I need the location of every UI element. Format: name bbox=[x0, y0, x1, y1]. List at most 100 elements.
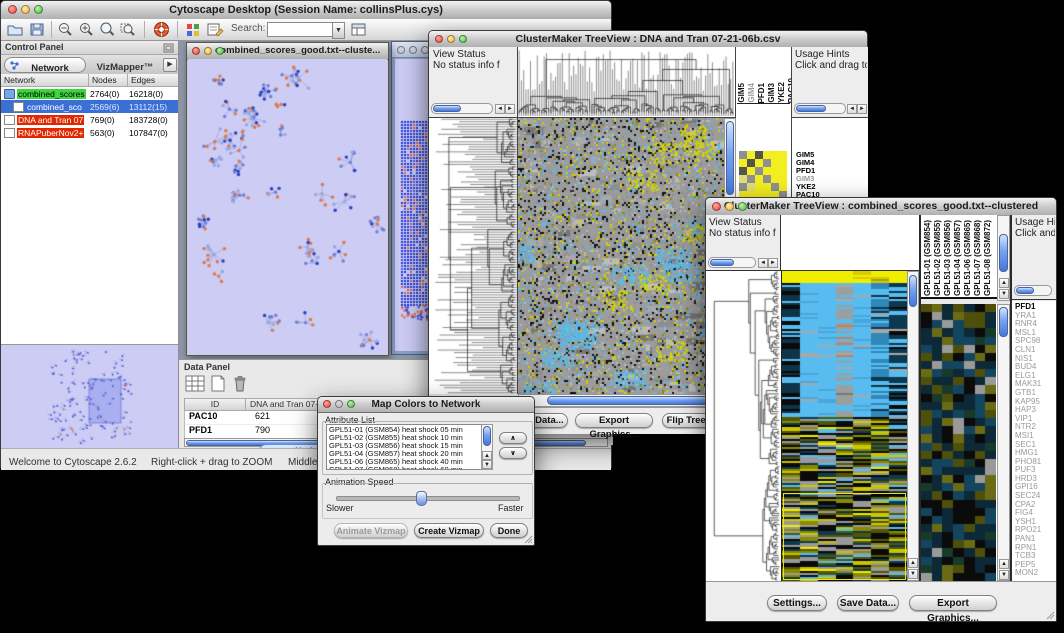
network-table-row[interactable]: DNA and Tran 07769(0)183728(0) bbox=[1, 113, 178, 126]
tab-vizmapper[interactable]: VizMapper™ bbox=[89, 57, 161, 71]
matrix-cell[interactable] bbox=[771, 175, 779, 183]
close-icon[interactable] bbox=[435, 35, 443, 43]
zoom-out-icon[interactable] bbox=[57, 22, 73, 37]
tv2-row-dendrogram[interactable] bbox=[706, 271, 781, 581]
column-label[interactable]: GPL51-01 (GSM854) bbox=[923, 216, 932, 296]
close-icon[interactable] bbox=[397, 46, 405, 54]
resize-grip[interactable] bbox=[1045, 610, 1055, 620]
column-label[interactable]: GPL51-03 (GSM856) bbox=[943, 216, 952, 296]
attribute-list-scrollbar[interactable]: ▲ ▼ bbox=[481, 424, 493, 470]
close-icon[interactable] bbox=[323, 400, 331, 408]
scroll-right-icon[interactable]: ► bbox=[857, 104, 867, 114]
scroll-right-icon[interactable]: ► bbox=[768, 258, 778, 268]
dialog-titlebar[interactable]: Map Colors to Network bbox=[318, 397, 534, 413]
matrix-cell[interactable] bbox=[755, 167, 763, 175]
tab-overflow-button[interactable]: ▶ bbox=[163, 58, 177, 72]
matrix-cell[interactable] bbox=[755, 159, 763, 167]
matrix-cell[interactable] bbox=[779, 167, 787, 175]
settings-button[interactable]: Settings... bbox=[767, 595, 827, 611]
zoom-in-icon[interactable] bbox=[78, 22, 94, 37]
tv1-heatmap[interactable] bbox=[518, 118, 724, 394]
col-nodes[interactable]: Nodes bbox=[89, 74, 128, 87]
minimize-icon[interactable] bbox=[447, 35, 455, 43]
matrix-cell[interactable] bbox=[779, 159, 787, 167]
matrix-cell[interactable] bbox=[779, 151, 787, 159]
column-label[interactable]: GIM4 bbox=[747, 83, 756, 103]
treeview2-titlebar[interactable]: ClusterMaker TreeView : combined_scores_… bbox=[706, 198, 1056, 216]
minimize-icon[interactable] bbox=[725, 202, 734, 211]
tv2-zoom-scrollbar[interactable]: ▲ ▼ bbox=[997, 304, 1010, 581]
scroll-up-icon[interactable]: ▲ bbox=[999, 559, 1009, 569]
minimize-icon[interactable] bbox=[409, 46, 417, 54]
column-label[interactable]: GPL51-07 (GSM868) bbox=[973, 216, 982, 296]
export-graphics-button[interactable]: Export Graphics... bbox=[909, 595, 997, 611]
attribute-list-item[interactable]: GPL51-02 (GSM855) heat shock 10 min bbox=[327, 433, 492, 441]
matrix-cell[interactable] bbox=[755, 183, 763, 191]
column-label[interactable]: GIM3 bbox=[767, 83, 776, 103]
move-up-button[interactable]: ∧ bbox=[499, 432, 527, 444]
scroll-left-icon[interactable]: ◄ bbox=[495, 104, 505, 114]
open-folder-icon[interactable] bbox=[7, 22, 23, 37]
create-vizmap-button[interactable]: Create Vizmap bbox=[414, 523, 484, 538]
tv1-row-dendrogram[interactable] bbox=[429, 118, 518, 394]
scroll-down-icon[interactable]: ▼ bbox=[908, 569, 918, 579]
matrix-cell[interactable] bbox=[771, 159, 779, 167]
zoom-window-icon[interactable] bbox=[738, 202, 747, 211]
matrix-cell[interactable] bbox=[747, 167, 755, 175]
correlation-matrix[interactable] bbox=[739, 151, 787, 199]
matrix-cell[interactable] bbox=[755, 175, 763, 183]
column-label[interactable]: GPL51-02 (GSM855) bbox=[933, 216, 942, 296]
matrix-cell[interactable] bbox=[747, 175, 755, 183]
matrix-cell[interactable] bbox=[779, 175, 787, 183]
matrix-cell[interactable] bbox=[771, 183, 779, 191]
scroll-down-icon[interactable]: ▼ bbox=[999, 570, 1009, 580]
column-label[interactable]: PFD1 bbox=[757, 83, 766, 103]
zoom-window-icon[interactable] bbox=[34, 5, 43, 14]
tv2-status-scrollbar[interactable] bbox=[708, 257, 756, 268]
trash-icon[interactable] bbox=[231, 375, 249, 393]
scroll-down-icon[interactable]: ▼ bbox=[482, 460, 492, 469]
column-label[interactable]: GPL51-04 (GSM857) bbox=[953, 216, 962, 296]
matrix-cell[interactable] bbox=[763, 151, 771, 159]
matrix-cell[interactable] bbox=[739, 151, 747, 159]
matrix-cell[interactable] bbox=[771, 151, 779, 159]
matrix-cell[interactable] bbox=[763, 175, 771, 183]
search-input[interactable] bbox=[267, 22, 333, 37]
attribute-list-item[interactable]: GPL51-07 (GSM868) heat shock 60 min bbox=[327, 465, 492, 470]
resize-grip[interactable] bbox=[523, 534, 533, 544]
col-id[interactable]: ID bbox=[184, 398, 246, 411]
attribute-list-item[interactable]: GPL51-04 (GSM857) heat shock 20 min bbox=[327, 449, 492, 457]
close-icon[interactable] bbox=[712, 202, 721, 211]
matrix-cell[interactable] bbox=[763, 183, 771, 191]
move-down-button[interactable]: ∨ bbox=[499, 447, 527, 459]
treeview1-titlebar[interactable]: ClusterMaker TreeView : DNA and Tran 07-… bbox=[429, 31, 867, 48]
attribute-browser-icon[interactable] bbox=[351, 22, 368, 37]
animation-speed-slider[interactable] bbox=[336, 496, 520, 501]
tv2-hints-scrollbar[interactable] bbox=[1014, 285, 1052, 296]
attribute-list-item[interactable]: GPL51-01 (GSM854) heat shock 05 min bbox=[327, 425, 492, 433]
float-panel-icon[interactable] bbox=[163, 43, 174, 53]
annotation-icon[interactable] bbox=[207, 22, 224, 37]
vizmap-grid-icon[interactable] bbox=[185, 22, 201, 37]
save-icon[interactable] bbox=[29, 22, 45, 37]
birdseye-view[interactable] bbox=[1, 344, 178, 448]
new-doc-icon[interactable] bbox=[209, 375, 227, 393]
column-label[interactable]: GIM5 bbox=[737, 83, 746, 103]
matrix-cell[interactable] bbox=[747, 183, 755, 191]
network-table-row[interactable]: combined_sco2569(6)13112(15) bbox=[1, 100, 178, 113]
scroll-up-icon[interactable]: ▲ bbox=[482, 451, 492, 460]
matrix-cell[interactable] bbox=[747, 159, 755, 167]
close-icon[interactable] bbox=[192, 47, 200, 55]
matrix-cell[interactable] bbox=[747, 151, 755, 159]
scroll-down-icon[interactable]: ▼ bbox=[999, 289, 1009, 299]
col-network[interactable]: Network bbox=[1, 74, 89, 87]
network-view-canvas[interactable] bbox=[188, 59, 387, 354]
network-table-row[interactable]: RNAPuberNov2+563(0)107847(0) bbox=[1, 126, 178, 139]
zoom-window-icon[interactable] bbox=[347, 400, 355, 408]
save-data-button[interactable]: Save Data... bbox=[837, 595, 899, 611]
help-lifering-icon[interactable] bbox=[153, 21, 170, 38]
matrix-cell[interactable] bbox=[739, 175, 747, 183]
scroll-right-icon[interactable]: ► bbox=[505, 104, 515, 114]
export-graphics-button[interactable]: Export Graphics... bbox=[575, 413, 653, 428]
search-dropdown-icon[interactable]: ▼ bbox=[332, 22, 345, 39]
